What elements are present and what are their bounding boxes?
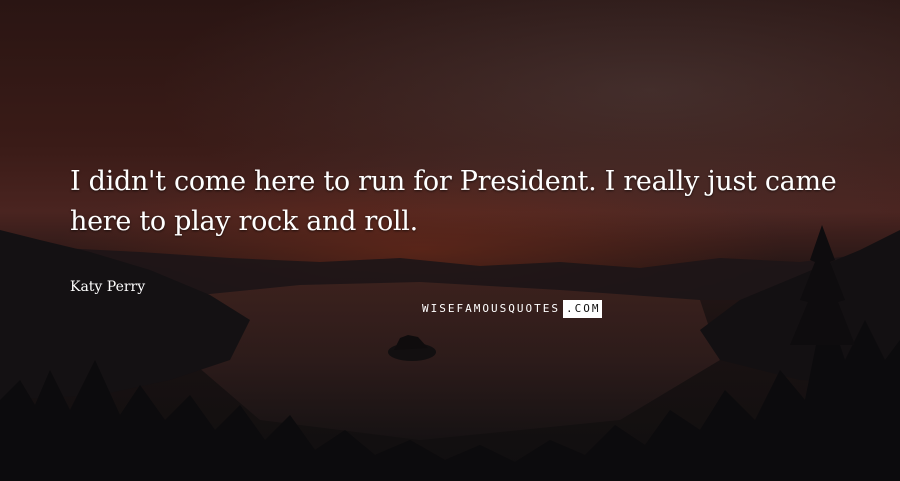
quote-image: I didn't come here to run for President.…: [0, 0, 900, 481]
quote-text: I didn't come here to run for President.…: [70, 166, 837, 237]
site-watermark: WISEFAMOUSQUOTES .COM: [420, 300, 603, 318]
watermark-name: WISEFAMOUSQUOTES: [422, 302, 560, 315]
watermark-domain: .COM: [562, 300, 603, 318]
quote-author: Katy Perry: [70, 279, 146, 295]
